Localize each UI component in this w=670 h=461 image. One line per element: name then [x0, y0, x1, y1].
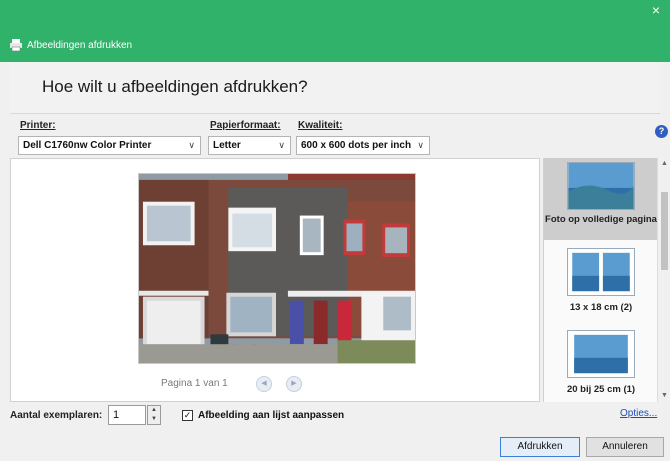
cancel-button[interactable]: Annuleren [586, 437, 664, 457]
layout-item-20x25[interactable]: 20 bij 25 cm (1) [544, 330, 658, 402]
previous-page-button[interactable]: ◀ [256, 376, 272, 392]
layout-list: Foto op volledige pagina 13 x 18 cm (2) … [543, 158, 670, 402]
chevron-down-icon: ∨ [278, 140, 285, 150]
title-bar: Afbeeldingen afdrukken × [0, 0, 670, 62]
window-title: Afbeeldingen afdrukken [27, 40, 133, 51]
preview-photo [138, 173, 416, 364]
paper-size-value: Letter [213, 140, 241, 151]
printer-select[interactable]: Dell C1760nw Color Printer ∨ [18, 136, 201, 155]
paper-size-label: Papierformaat: [210, 120, 281, 131]
copies-input[interactable]: 1 [108, 405, 146, 425]
chevron-down-icon: ∨ [417, 140, 424, 150]
layout-label: 20 bij 25 cm (1) [566, 384, 636, 395]
layout-item-13x18[interactable]: 13 x 18 cm (2) [544, 248, 658, 320]
layout-item-full-page[interactable]: Foto op volledige pagina [544, 158, 658, 240]
layout-thumbnail [567, 330, 635, 378]
print-button[interactable]: Afdrukken [500, 437, 580, 457]
page-title: Hoe wilt u afbeeldingen afdrukken? [42, 77, 308, 96]
layout-thumbnail [567, 162, 635, 210]
help-icon[interactable]: ? [655, 125, 668, 138]
layout-scrollbar[interactable]: ▲ ▼ [657, 158, 670, 402]
fit-picture-checkbox[interactable]: ✓ [182, 410, 193, 421]
copies-stepper[interactable]: ▲ ▼ [147, 405, 161, 425]
paper-size-select[interactable]: Letter ∨ [208, 136, 291, 155]
scroll-up-icon[interactable]: ▲ [658, 158, 670, 170]
close-button[interactable]: × [642, 0, 670, 22]
layout-label: 13 x 18 cm (2) [569, 302, 633, 313]
next-page-button[interactable]: ▶ [286, 376, 302, 392]
printer-value: Dell C1760nw Color Printer [23, 140, 152, 151]
layout-label: Foto op volledige pagina [545, 214, 657, 225]
quality-value: 600 x 600 dots per inch [301, 140, 412, 151]
page-indicator: Pagina 1 van 1 [161, 378, 228, 389]
copies-label: Aantal exemplaren: [10, 410, 103, 421]
layout-thumbnail [567, 248, 635, 296]
scroll-thumb[interactable] [661, 192, 668, 270]
print-preview: Pagina 1 van 1 ◀ ▶ [10, 158, 540, 402]
chevron-down-icon: ∨ [188, 140, 195, 150]
quality-label: Kwaliteit: [298, 120, 343, 131]
print-dialog: Afbeeldingen afdrukken × Hoe wilt u afbe… [0, 0, 670, 461]
options-link[interactable]: Opties... [620, 408, 657, 419]
decrement-icon[interactable]: ▼ [148, 415, 160, 424]
printer-icon [10, 39, 22, 51]
fit-picture-label[interactable]: Afbeelding aan lijst aanpassen [198, 410, 344, 421]
increment-icon[interactable]: ▲ [148, 406, 160, 415]
quality-select[interactable]: 600 x 600 dots per inch ∨ [296, 136, 430, 155]
scroll-down-icon[interactable]: ▼ [658, 390, 670, 402]
dialog-header: Hoe wilt u afbeeldingen afdrukken? [10, 62, 660, 114]
printer-label: Printer: [20, 120, 56, 131]
